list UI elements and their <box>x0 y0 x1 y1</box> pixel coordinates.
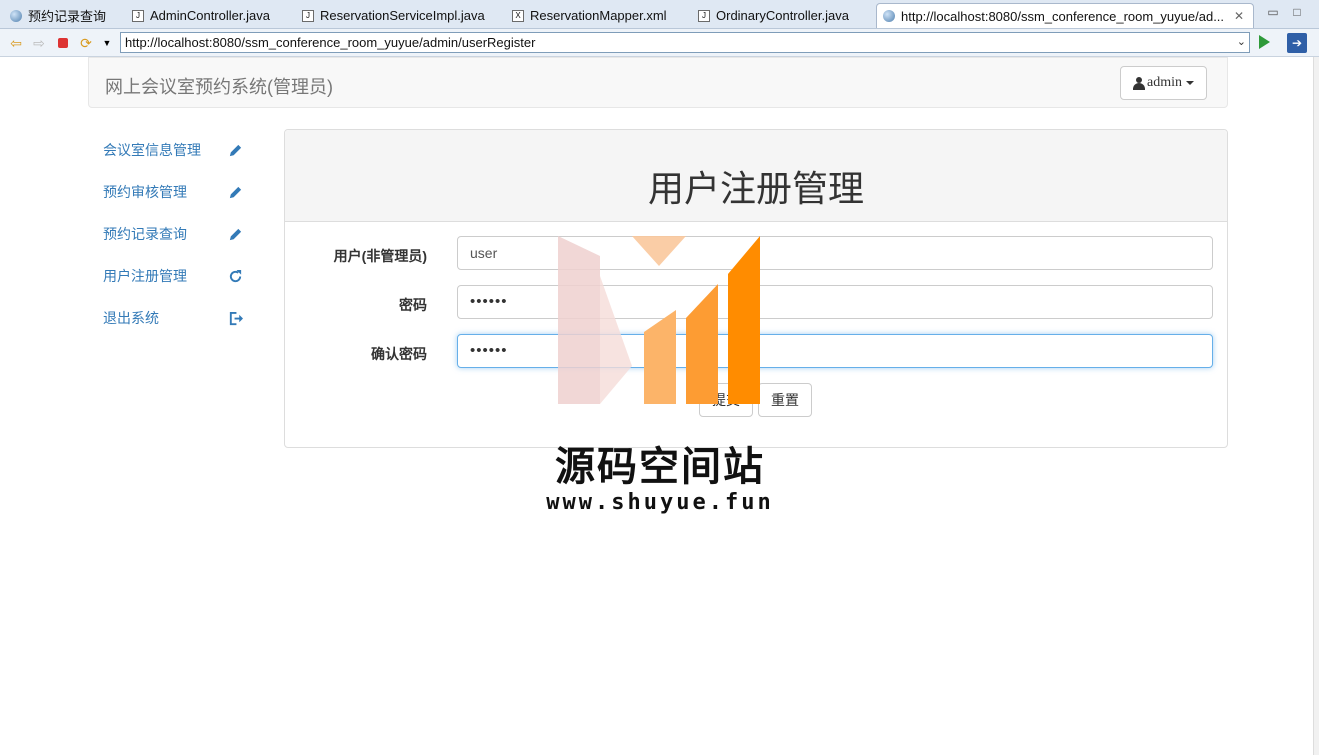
watermark-bar <box>644 310 676 404</box>
sidebar-item-label: 会议室信息管理 <box>103 142 201 158</box>
username-label: 用户(非管理员) <box>333 248 427 264</box>
ide-tab-label: http://localhost:8080/ssm_conference_roo… <box>901 8 1225 24</box>
java-file-icon: J <box>132 9 144 22</box>
password-label: 密码 <box>399 297 427 313</box>
ide-tab-label: OrdinaryController.java <box>716 8 849 23</box>
page-title: 用户注册管理 <box>647 168 864 209</box>
ide-tab-label: ReservationMapper.xml <box>530 8 667 23</box>
page-scrollbar[interactable] <box>1313 57 1319 755</box>
java-file-icon: J <box>698 9 710 22</box>
java-file-icon: J <box>302 9 314 22</box>
ide-tab[interactable]: J OrdinaryController.java <box>692 3 872 28</box>
ide-tab-label: 预约记录查询 <box>28 9 107 24</box>
refresh-icon <box>227 268 243 284</box>
sidebar-item-label: 预约记录查询 <box>103 226 187 242</box>
go-icon[interactable] <box>1259 35 1270 49</box>
back-arrow-icon[interactable]: ⇦ <box>8 35 24 51</box>
watermark-bar <box>728 236 760 404</box>
pencil-icon <box>227 142 243 158</box>
ide-tab[interactable]: J AdminController.java <box>126 3 294 28</box>
watermark-bar <box>600 276 632 404</box>
watermark-name: 源码空间站 <box>555 445 765 489</box>
sidebar-item-room-info[interactable]: 会议室信息管理 <box>103 138 243 162</box>
site-brand[interactable]: 网上会议室预约系统(管理员) <box>105 73 333 99</box>
open-external-icon[interactable]: ➔ <box>1287 33 1307 53</box>
forward-arrow-icon[interactable]: ⇨ <box>31 35 47 51</box>
user-menu-label: admin <box>1147 75 1182 90</box>
logout-icon <box>227 310 243 326</box>
globe-icon <box>10 9 22 22</box>
caret-down-icon <box>1186 81 1194 85</box>
maximize-icon[interactable]: □ <box>1288 5 1306 19</box>
history-dropdown-icon[interactable]: ▼ <box>99 35 115 51</box>
browser-toolbar: ⇦ ⇨ ⟳ ▼ http://localhost:8080/ssm_confer… <box>0 29 1319 57</box>
sidebar-item-logout[interactable]: 退出系统 <box>103 306 243 330</box>
xml-file-icon: X <box>512 9 524 22</box>
url-input[interactable]: http://localhost:8080/ssm_conference_roo… <box>120 32 1250 53</box>
sidebar-item-reservation-records[interactable]: 预约记录查询 <box>103 222 243 246</box>
sidebar-item-label: 预约审核管理 <box>103 184 187 200</box>
user-icon <box>1133 76 1145 90</box>
site-navbar: 网上会议室预约系统(管理员) admin <box>88 57 1228 108</box>
close-tab-icon[interactable]: ✕ <box>1234 9 1244 23</box>
panel-heading: 用户注册管理 <box>285 130 1227 222</box>
ide-tab-label: ReservationServiceImpl.java <box>320 8 485 23</box>
globe-icon <box>883 10 895 22</box>
url-text: http://localhost:8080/ssm_conference_roo… <box>125 35 536 50</box>
user-menu-button[interactable]: admin <box>1120 66 1207 100</box>
sidebar-item-reservation-review[interactable]: 预约审核管理 <box>103 180 243 204</box>
pencil-icon <box>227 184 243 200</box>
confirm-password-label: 确认密码 <box>371 346 427 362</box>
ide-tab-active[interactable]: http://localhost:8080/ssm_conference_roo… <box>876 3 1254 28</box>
watermark-bar <box>558 236 600 404</box>
watermark-bar <box>686 284 718 404</box>
watermark-bar <box>632 236 686 266</box>
minimize-icon[interactable]: ▭ <box>1264 5 1282 19</box>
ide-tab-bar: 预约记录查询 J AdminController.java J Reservat… <box>0 0 1319 29</box>
url-dropdown-icon[interactable]: ⌄ <box>1237 33 1246 52</box>
sidebar-item-user-register[interactable]: 用户注册管理 <box>103 264 243 288</box>
sidebar-item-label: 用户注册管理 <box>103 268 187 284</box>
ide-tab[interactable]: X ReservationMapper.xml <box>506 3 690 28</box>
ide-tab[interactable]: 预约记录查询 <box>4 3 122 28</box>
confirm-password-value: •••••• <box>470 342 508 359</box>
ide-tab-label: AdminController.java <box>150 8 270 23</box>
password-value: •••••• <box>470 293 508 310</box>
username-value: user <box>470 245 498 261</box>
refresh-icon[interactable]: ⟳ <box>78 35 94 51</box>
ide-tab[interactable]: J ReservationServiceImpl.java <box>296 3 504 28</box>
stop-icon[interactable] <box>55 35 71 51</box>
pencil-icon <box>227 226 243 242</box>
sidebar-item-label: 退出系统 <box>103 310 159 326</box>
watermark-url: www.shuyue.fun <box>546 490 774 515</box>
